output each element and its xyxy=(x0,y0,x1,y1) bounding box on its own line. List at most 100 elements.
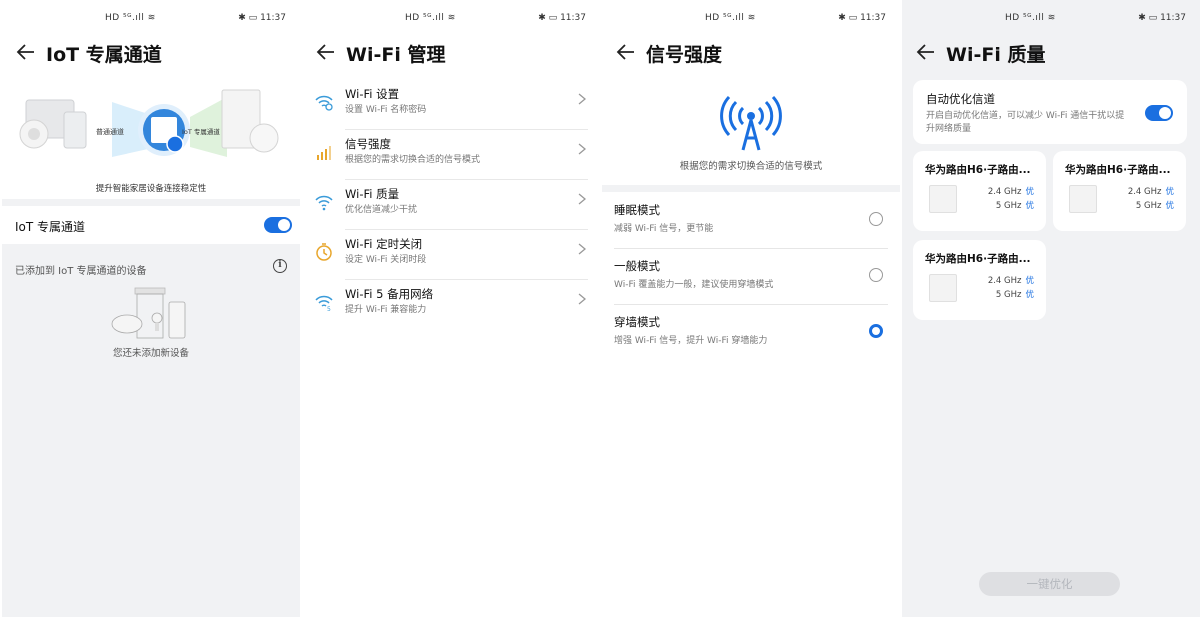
iot-switch-label: IoT 专属通道 xyxy=(15,220,86,234)
band-5ghz: 5 GHz 优 xyxy=(995,201,1034,211)
wifi-settings-icon xyxy=(315,95,333,111)
menu-item-subtitle: 设置 Wi-Fi 名称密码 xyxy=(345,105,427,115)
menu-item-subtitle: 设定 Wi-Fi 关闭时段 xyxy=(345,255,427,265)
iot-switch-row: IoT 专属通道 xyxy=(2,206,300,244)
header: Wi-Fi 管理 xyxy=(302,38,600,68)
menu-item-title: Wi-Fi 设置 xyxy=(345,87,400,101)
router-name: 华为路由H6·子路由... xyxy=(1065,164,1171,176)
chevron-right-icon xyxy=(578,93,587,105)
menu-wifi5-backup[interactable]: 5 Wi-Fi 5 备用网络 提升 Wi-Fi 兼容能力 xyxy=(302,280,600,330)
auto-optimize-title: 自动优化信道 xyxy=(926,92,995,106)
status-time: ✱ ▭ 11:37 xyxy=(238,13,286,23)
header: Wi-Fi 质量 xyxy=(902,38,1200,68)
signal-bars-icon xyxy=(317,146,331,160)
back-arrow-icon[interactable] xyxy=(615,41,637,63)
mode-wall-penetration[interactable]: 穿墙模式 增强 Wi-Fi 信号，提升 Wi-Fi 穿墙能力 xyxy=(602,305,900,361)
router-device-icon xyxy=(1069,185,1097,213)
menu-item-subtitle: 优化信道减少干扰 xyxy=(345,205,418,215)
mode-subtitle: 减弱 Wi-Fi 信号，更节能 xyxy=(614,224,714,234)
band-5ghz: 5 GHz 优 xyxy=(1135,201,1174,211)
router-name: 华为路由H6·子路由... xyxy=(925,253,1031,265)
router-card[interactable]: 华为路由H6·子路由... 2.4 GHz 优 5 GHz 优 xyxy=(913,240,1046,320)
status-bar: HD ⁵ᴳ.ıll ≋ ✱ ▭ 11:37 xyxy=(602,12,900,26)
page-title: Wi-Fi 质量 xyxy=(946,44,1046,66)
iot-diagram-illustration: 普通通道 IoT 专属通道 xyxy=(19,89,279,157)
mode-sleep[interactable]: 睡眠模式 减弱 Wi-Fi 信号，更节能 xyxy=(602,193,900,249)
status-bar: HD ⁵ᴳ.ıll ≋ ✱ ▭ 11:37 xyxy=(902,12,1200,26)
iot-channel-label: IoT 专属通道 xyxy=(182,127,220,136)
router-card[interactable]: 华为路由H6·子路由... 2.4 GHz 优 5 GHz 优 xyxy=(1053,151,1186,231)
mode-subtitle: 增强 Wi-Fi 信号，提升 Wi-Fi 穿墙能力 xyxy=(614,336,768,346)
router-device-icon xyxy=(929,185,957,213)
band-24ghz: 2.4 GHz 优 xyxy=(987,187,1034,197)
svg-text:5: 5 xyxy=(327,306,331,312)
screen-signal-strength: HD ⁵ᴳ.ıll ≋ ✱ ▭ 11:37 信号强度 根据您的需求切换合适的信号… xyxy=(602,0,900,617)
router-name: 华为路由H6·子路由... xyxy=(925,164,1031,176)
one-click-optimize-button[interactable]: 一键优化 xyxy=(979,572,1120,596)
header: IoT 专属通道 xyxy=(2,38,300,68)
status-left-icons: HD ⁵ᴳ.ıll ≋ xyxy=(105,13,156,23)
info-icon[interactable]: i xyxy=(273,259,287,273)
band-5ghz: 5 GHz 优 xyxy=(995,290,1034,300)
status-left-icons: HD ⁵ᴳ.ıll ≋ xyxy=(705,13,756,23)
page-title: Wi-Fi 管理 xyxy=(346,44,446,66)
antenna-signal-icon xyxy=(720,96,782,151)
mode-title: 睡眠模式 xyxy=(614,203,660,217)
radio-button[interactable] xyxy=(869,212,883,226)
screen-wifi-management: HD ⁵ᴳ.ıll ≋ ✱ ▭ 11:37 Wi-Fi 管理 Wi-Fi 设置 … xyxy=(302,0,600,617)
band-24ghz: 2.4 GHz 优 xyxy=(1127,187,1174,197)
status-bar: HD ⁵ᴳ.ıll ≋ ✱ ▭ 11:37 xyxy=(2,12,300,26)
mode-subtitle: Wi-Fi 覆盖能力一般，建议使用穿墙模式 xyxy=(614,280,774,290)
header: 信号强度 xyxy=(602,38,900,68)
mode-title: 一般模式 xyxy=(614,259,660,273)
band-24ghz: 2.4 GHz 优 xyxy=(987,276,1034,286)
chevron-right-icon xyxy=(578,293,587,305)
menu-wifi-quality[interactable]: Wi-Fi 质量 优化信道减少干扰 xyxy=(302,180,600,230)
radio-button-selected[interactable] xyxy=(869,324,883,338)
wifi-quality-icon xyxy=(315,195,333,211)
chevron-right-icon xyxy=(578,143,587,155)
router-device-icon xyxy=(929,274,957,302)
router-card[interactable]: 华为路由H6·子路由... 2.4 GHz 优 5 GHz 优 xyxy=(913,151,1046,231)
empty-devices-illustration xyxy=(111,287,186,339)
status-left-icons: HD ⁵ᴳ.ıll ≋ xyxy=(405,13,456,23)
iot-channel-toggle[interactable] xyxy=(264,217,292,233)
menu-item-subtitle: 提升 Wi-Fi 兼容能力 xyxy=(345,305,427,315)
section-separator xyxy=(602,185,900,192)
back-arrow-icon[interactable] xyxy=(315,41,337,63)
menu-item-subtitle: 根据您的需求切换合适的信号模式 xyxy=(345,155,481,165)
menu-wifi-settings[interactable]: Wi-Fi 设置 设置 Wi-Fi 名称密码 xyxy=(302,80,600,130)
status-time: ✱ ▭ 11:37 xyxy=(1138,13,1186,23)
empty-devices-text: 您还未添加新设备 xyxy=(112,348,189,359)
added-devices-label: 已添加到 IoT 专属通道的设备 xyxy=(15,266,147,277)
screen-iot-channel: HD ⁵ᴳ.ıll ≋ ✱ ▭ 11:37 IoT 专属通道 普通通道 IoT … xyxy=(2,0,300,617)
menu-item-title: 信号强度 xyxy=(345,137,391,151)
back-arrow-icon[interactable] xyxy=(15,41,37,63)
menu-item-title: Wi-Fi 定时关闭 xyxy=(345,237,423,251)
wifi5-icon: 5 xyxy=(315,295,333,312)
menu-wifi-timer[interactable]: Wi-Fi 定时关闭 设定 Wi-Fi 关闭时段 xyxy=(302,230,600,280)
normal-channel-label: 普通通道 xyxy=(96,127,124,136)
chevron-right-icon xyxy=(578,193,587,205)
timer-icon xyxy=(316,243,332,261)
radio-button[interactable] xyxy=(869,268,883,282)
status-left-icons: HD ⁵ᴳ.ıll ≋ xyxy=(1005,13,1056,23)
mode-title: 穿墙模式 xyxy=(614,315,660,329)
page-title: IoT 专属通道 xyxy=(46,44,162,66)
auto-optimize-card: 自动优化信道 开启自动优化信道，可以减少 Wi-Fi 通信干扰以提升网络质量 xyxy=(913,80,1187,144)
status-bar: HD ⁵ᴳ.ıll ≋ ✱ ▭ 11:37 xyxy=(302,12,600,26)
menu-signal-strength[interactable]: 信号强度 根据您的需求切换合适的信号模式 xyxy=(302,130,600,180)
menu-item-title: Wi-Fi 5 备用网络 xyxy=(345,287,434,301)
chevron-right-icon xyxy=(578,243,587,255)
menu-item-title: Wi-Fi 质量 xyxy=(345,187,400,201)
iot-caption: 提升智能家居设备连接稳定性 xyxy=(95,184,207,194)
status-time: ✱ ▭ 11:37 xyxy=(538,13,586,23)
back-arrow-icon[interactable] xyxy=(915,41,937,63)
status-time: ✱ ▭ 11:37 xyxy=(838,13,886,23)
auto-optimize-desc: 开启自动优化信道，可以减少 Wi-Fi 通信干扰以提升网络质量 xyxy=(926,111,1125,134)
screen-wifi-quality: HD ⁵ᴳ.ıll ≋ ✱ ▭ 11:37 Wi-Fi 质量 自动优化信道 开启… xyxy=(902,0,1200,617)
mode-normal[interactable]: 一般模式 Wi-Fi 覆盖能力一般，建议使用穿墙模式 xyxy=(602,249,900,305)
signal-description: 根据您的需求切换合适的信号模式 xyxy=(679,161,823,172)
auto-optimize-toggle[interactable] xyxy=(1145,105,1173,121)
page-title: 信号强度 xyxy=(646,44,723,66)
